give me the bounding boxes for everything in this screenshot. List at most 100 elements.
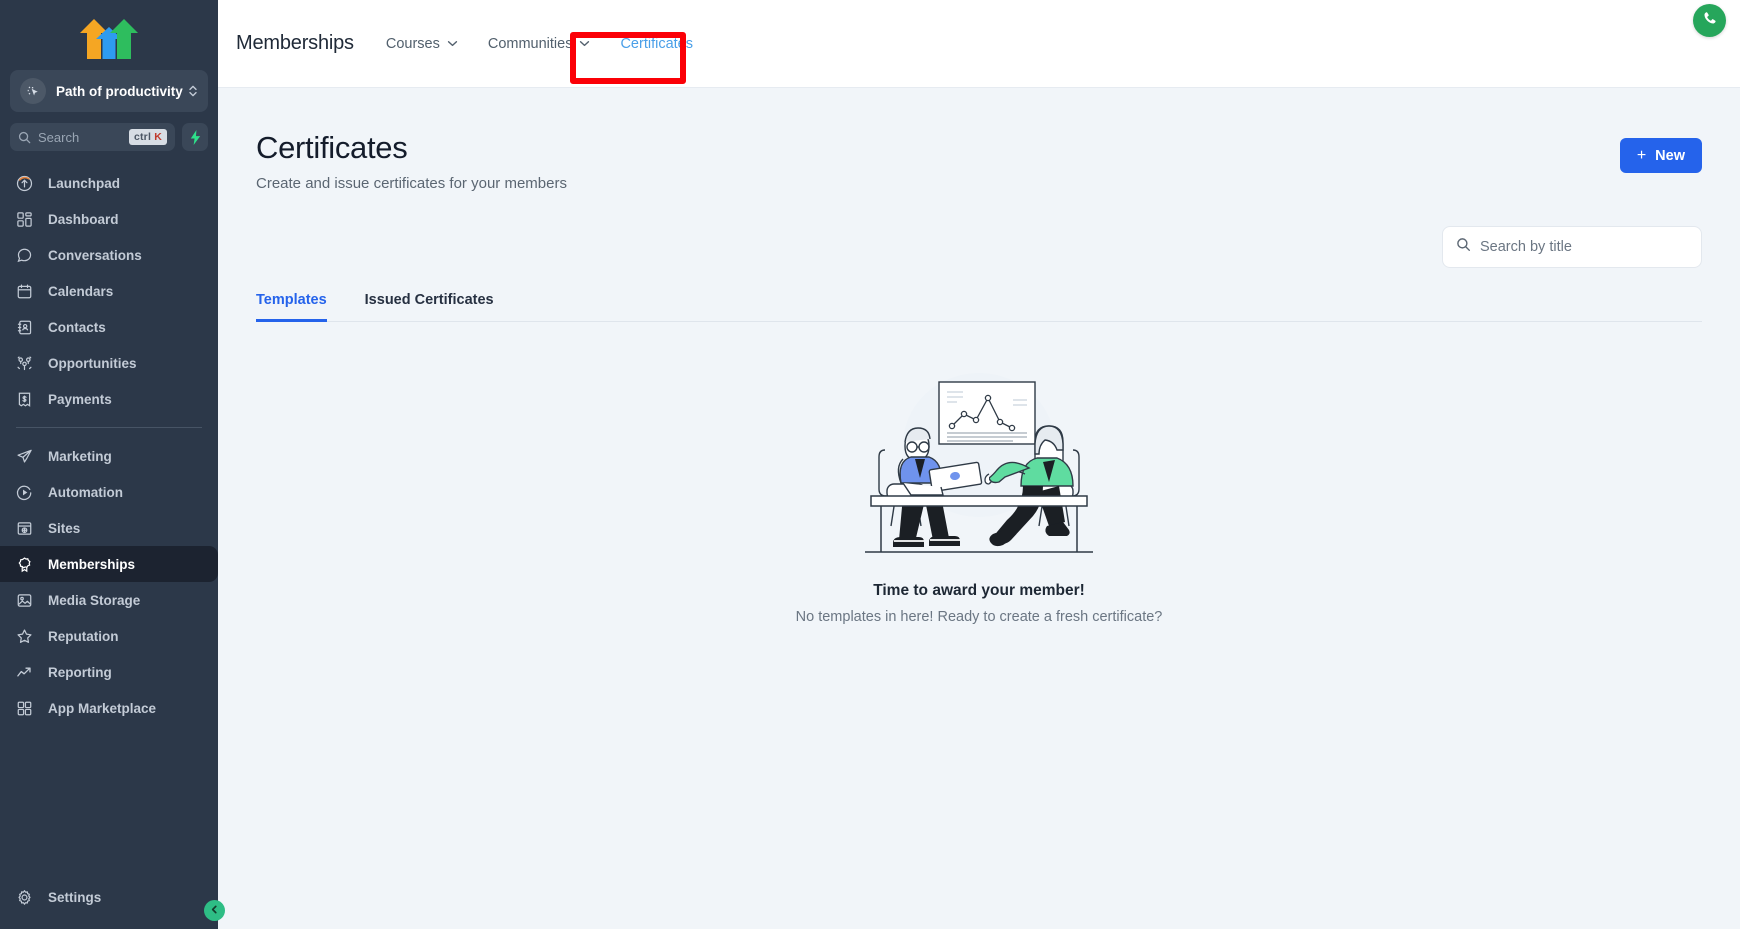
- topbar: Memberships Courses Communities Certific…: [218, 0, 1740, 88]
- topnav-item-communities[interactable]: Communities: [488, 36, 591, 52]
- app-root: Path of productivity Search ctrl K Launc…: [0, 0, 1740, 929]
- sidebar-item-label: Automation: [48, 484, 123, 500]
- tab-templates[interactable]: Templates: [256, 292, 327, 322]
- main-area: Memberships Courses Communities Certific…: [218, 0, 1740, 929]
- sidebar-item-label: Media Storage: [48, 592, 141, 608]
- sidebar-item-label: Memberships: [48, 556, 136, 572]
- gear-icon: [16, 889, 38, 906]
- chevron-down-icon: [447, 40, 458, 47]
- play-circle-icon: [16, 484, 38, 501]
- search-icon: [18, 131, 31, 144]
- topnav-label: Certificates: [620, 35, 693, 52]
- page-header-text: Certificates Create and issue certificat…: [256, 130, 567, 192]
- workspace-switcher[interactable]: Path of productivity: [10, 70, 208, 112]
- topnav-item-courses[interactable]: Courses: [386, 36, 458, 52]
- apps-grid-icon: [16, 700, 38, 717]
- page-subtitle: Create and issue certificates for your m…: [256, 175, 567, 192]
- page-header: Certificates Create and issue certificat…: [256, 88, 1702, 192]
- sidebar-item-settings[interactable]: Settings: [0, 879, 218, 915]
- chat-bubble-icon: [16, 247, 38, 264]
- sidebar-item-label: Calendars: [48, 283, 114, 299]
- search-toolbar: Search by title: [256, 226, 1702, 268]
- sidebar-item-label: Contacts: [48, 319, 106, 335]
- dashboard-grid-icon: [16, 211, 38, 228]
- sidebar-item-reporting[interactable]: Reporting: [0, 654, 218, 690]
- sidebar-item-label: Dashboard: [48, 211, 119, 227]
- sidebar-item-label: Settings: [48, 889, 102, 905]
- two-people-presentation-chart-illustration: [863, 350, 1095, 568]
- sidebar-item-dashboard[interactable]: Dashboard: [0, 201, 218, 237]
- sidebar-item-automation[interactable]: Automation: [0, 474, 218, 510]
- sidebar-item-calendars[interactable]: Calendars: [0, 273, 218, 309]
- page-title: Certificates: [256, 130, 408, 165]
- search-input[interactable]: Search ctrl K: [10, 123, 175, 151]
- sidebar-item-launchpad[interactable]: Launchpad: [0, 165, 218, 201]
- lightning-bolt-icon[interactable]: [182, 123, 208, 151]
- calendar-icon: [16, 283, 38, 300]
- topnav-label: Courses: [385, 35, 440, 52]
- rocket-launchpad-icon: [16, 175, 38, 192]
- cursor-click-icon: [20, 78, 46, 104]
- sidebar-item-label: Conversations: [48, 247, 142, 263]
- chevron-up-down-icon: [188, 84, 198, 98]
- search-shortcut-badge: ctrl K: [128, 129, 167, 145]
- sidebar-divider: [16, 427, 202, 428]
- tab-issued-certificates[interactable]: Issued Certificates: [365, 292, 494, 322]
- search-by-title-input[interactable]: Search by title: [1442, 226, 1702, 268]
- phone-call-button[interactable]: [1693, 4, 1726, 37]
- contacts-book-icon: [16, 319, 38, 336]
- star-icon: [16, 628, 38, 645]
- sidebar-footer: Settings: [0, 879, 218, 929]
- sidebar-item-opportunities[interactable]: Opportunities: [0, 345, 218, 381]
- sidebar-item-conversations[interactable]: Conversations: [0, 237, 218, 273]
- sidebar-item-reputation[interactable]: Reputation: [0, 618, 218, 654]
- chevron-left-icon: [209, 902, 220, 920]
- content-tabs: Templates Issued Certificates: [256, 292, 1702, 322]
- search-by-title-placeholder: Search by title: [1480, 239, 1572, 255]
- empty-state-subtitle: No templates in here! Ready to create a …: [795, 609, 1163, 625]
- search-icon: [1456, 237, 1471, 257]
- award-badge-icon: [16, 556, 38, 573]
- new-certificate-button[interactable]: + New: [1619, 138, 1702, 173]
- sidebar-item-label: Payments: [48, 391, 112, 407]
- workspace-name: Path of productivity: [56, 83, 183, 99]
- sidebar-item-label: Opportunities: [48, 355, 137, 371]
- sidebar-search-row: Search ctrl K: [10, 123, 208, 151]
- brand-logo[interactable]: [0, 4, 218, 66]
- sidebar-item-payments[interactable]: Payments: [0, 381, 218, 417]
- search-placeholder: Search: [38, 129, 80, 145]
- sidebar-item-memberships[interactable]: Memberships: [0, 546, 218, 582]
- sidebar-item-app-marketplace[interactable]: App Marketplace: [0, 690, 218, 726]
- empty-state: Time to award your member! No templates …: [256, 350, 1702, 625]
- sidebar-item-label: Marketing: [48, 448, 112, 464]
- opportunities-icon: [16, 355, 38, 372]
- topbar-nav: Courses Communities Certificates: [386, 36, 693, 52]
- empty-state-title: Time to award your member!: [873, 582, 1085, 599]
- chevron-down-icon: [579, 40, 590, 47]
- phone-icon: [1702, 10, 1718, 31]
- browser-window-icon: [16, 520, 38, 537]
- sidebar-item-label: Reporting: [48, 664, 112, 680]
- sidebar-item-sites[interactable]: Sites: [0, 510, 218, 546]
- sidebar-item-contacts[interactable]: Contacts: [0, 309, 218, 345]
- image-icon: [16, 592, 38, 609]
- topnav-label: Communities: [487, 35, 573, 52]
- sidebar: Path of productivity Search ctrl K Launc…: [0, 0, 225, 929]
- sidebar-item-label: Reputation: [48, 628, 119, 644]
- sidebar-item-media-storage[interactable]: Media Storage: [0, 582, 218, 618]
- sidebar-collapse-button[interactable]: [204, 900, 225, 921]
- sidebar-item-marketing[interactable]: Marketing: [0, 438, 218, 474]
- trend-up-icon: [16, 664, 38, 681]
- payments-bill-icon: [16, 391, 38, 408]
- topnav-item-certificates[interactable]: Certificates: [620, 36, 693, 52]
- new-button-label: New: [1655, 147, 1685, 164]
- sidebar-item-label: Sites: [48, 520, 81, 536]
- sidebar-item-label: App Marketplace: [48, 700, 157, 716]
- paper-plane-icon: [16, 448, 38, 465]
- topbar-title: Memberships: [236, 32, 354, 54]
- three-arrows-up-logo: [78, 17, 140, 59]
- sidebar-nav: Launchpad Dashboard Conversations Calend…: [0, 165, 218, 879]
- plus-icon: +: [1636, 146, 1647, 164]
- sidebar-item-label: Launchpad: [48, 175, 121, 191]
- page-content: Certificates Create and issue certificat…: [218, 88, 1740, 625]
